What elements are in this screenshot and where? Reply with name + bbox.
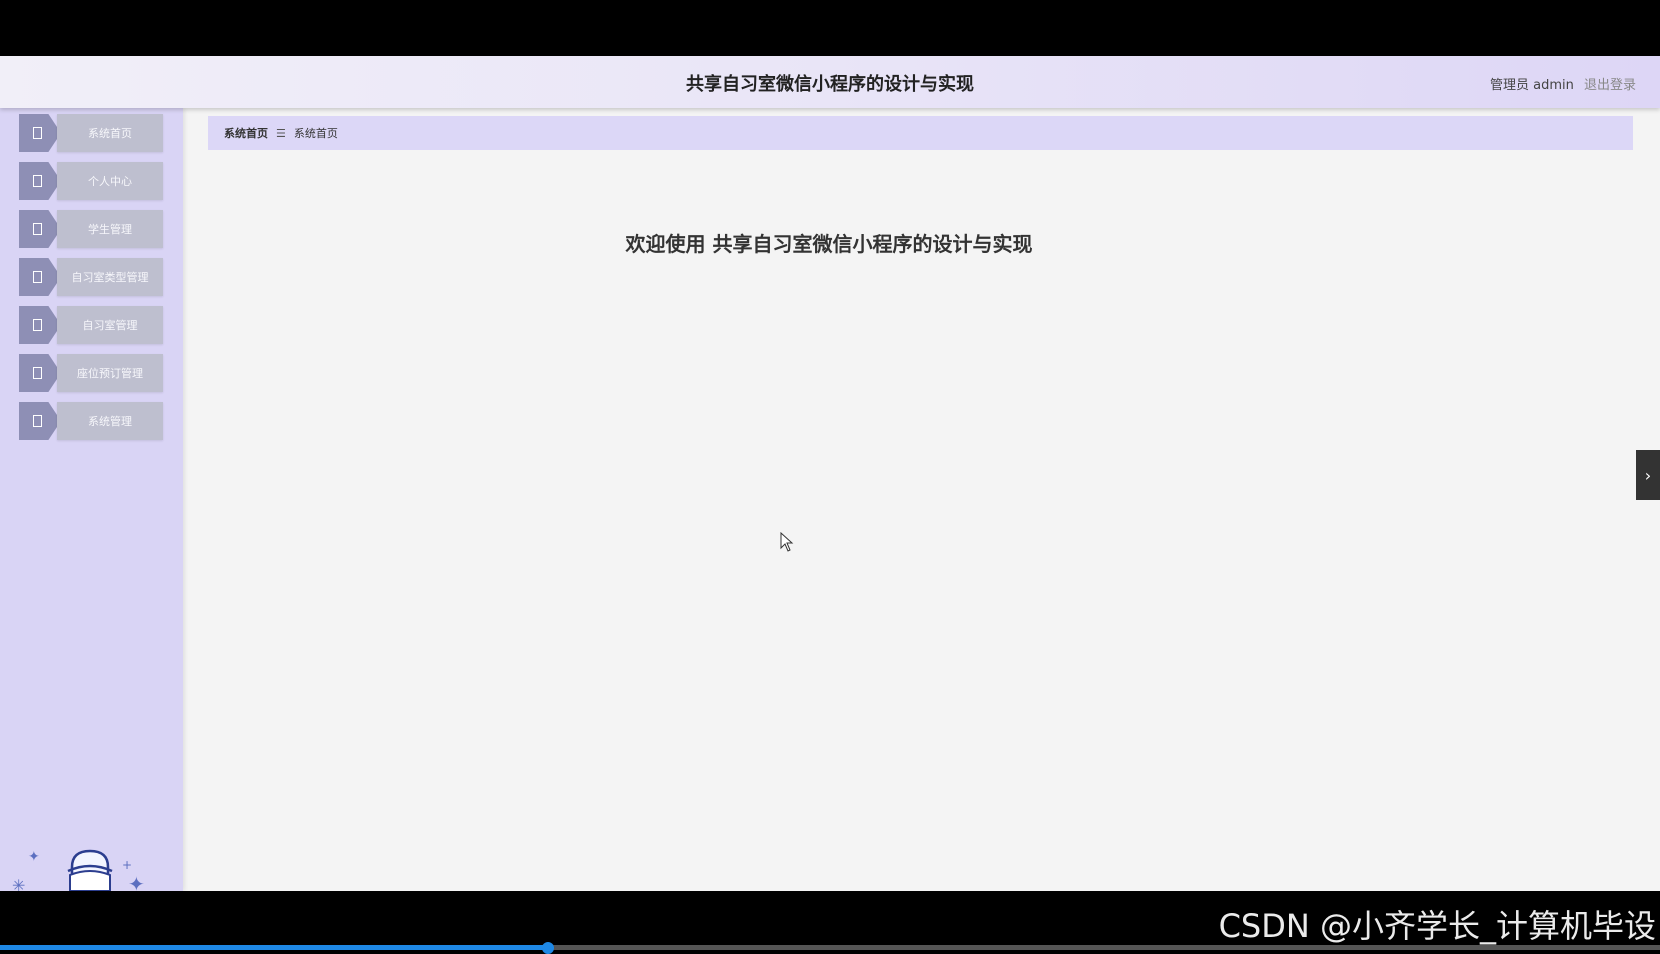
arrow-tab-icon	[19, 402, 61, 440]
sidebar-item-rooms[interactable]: 自习室管理	[19, 306, 163, 344]
sidebar-item-label: 系统首页	[57, 114, 163, 152]
user-area: 管理员 admin 退出登录	[1490, 74, 1636, 93]
breadcrumb: 系统首页 ☰ 系统首页	[208, 116, 1633, 150]
video-progress-bar[interactable]	[0, 942, 1660, 954]
svg-text:✦: ✦	[28, 849, 40, 865]
svg-text:✦: ✦	[128, 872, 145, 891]
breadcrumb-current: 系统首页	[293, 127, 338, 140]
admin-app: 共享自习室微信小程序的设计与实现 管理员 admin 退出登录 系统首页 个人中…	[0, 56, 1660, 891]
sidebar-item-students[interactable]: 学生管理	[19, 210, 163, 248]
video-progress-knob[interactable]	[541, 942, 554, 954]
sidebar-item-label: 学生管理	[57, 210, 163, 248]
sidebar-item-seat-booking[interactable]: 座位预订管理	[19, 354, 163, 392]
chevron-right-icon: ›	[1644, 465, 1652, 485]
arrow-tab-icon	[19, 258, 61, 296]
breadcrumb-root[interactable]: 系统首页	[224, 125, 268, 141]
mouse-cursor-icon	[780, 532, 794, 552]
video-top-letterbox	[0, 0, 1660, 56]
sidebar-item-label: 个人中心	[57, 162, 163, 200]
sidebar-item-profile[interactable]: 个人中心	[19, 162, 163, 200]
user-label: 管理员 admin	[1489, 78, 1574, 93]
sidebar: 系统首页 个人中心 学生管理 自习室类型管理 自习室管理 座位预订管理 系统管理…	[0, 108, 183, 891]
sidebar-item-room-types[interactable]: 自习室类型管理	[19, 258, 163, 296]
welcome-heading: 欢迎使用 共享自习室微信小程序的设计与实现	[625, 232, 1033, 256]
sidebar-item-label: 系统管理	[57, 402, 163, 440]
sidebar-item-label: 座位预订管理	[57, 354, 163, 392]
sidebar-item-system[interactable]: 系统管理	[19, 402, 163, 440]
arrow-tab-icon	[19, 114, 61, 152]
avatar-illustration: ✦ + ✦ ✳	[12, 849, 145, 891]
arrow-tab-icon	[19, 210, 61, 248]
svg-text:✳: ✳	[12, 876, 25, 891]
arrow-tab-icon	[19, 162, 61, 200]
arrow-tab-icon	[19, 306, 61, 344]
svg-text:+: +	[122, 858, 132, 872]
sidebar-item-home[interactable]: 系统首页	[19, 114, 163, 152]
video-progress-fill	[0, 945, 548, 950]
video-bottom-bar: CSDN @小齐学长_计算机毕设	[0, 891, 1660, 954]
logout-link[interactable]: 退出登录	[1584, 78, 1636, 93]
breadcrumb-separator-icon: ☰	[276, 126, 286, 140]
sidebar-item-label: 自习室管理	[57, 306, 163, 344]
side-toggle-button[interactable]: ›	[1636, 450, 1660, 500]
arrow-tab-icon	[19, 354, 61, 392]
sidebar-menu: 系统首页 个人中心 学生管理 自习室类型管理 自习室管理 座位预订管理 系统管理	[19, 114, 163, 450]
sidebar-item-label: 自习室类型管理	[57, 258, 163, 296]
page-title: 共享自习室微信小程序的设计与实现	[686, 74, 974, 95]
header: 共享自习室微信小程序的设计与实现 管理员 admin 退出登录	[0, 56, 1660, 108]
watermark-text: CSDN @小齐学长_计算机毕设	[1218, 907, 1656, 945]
